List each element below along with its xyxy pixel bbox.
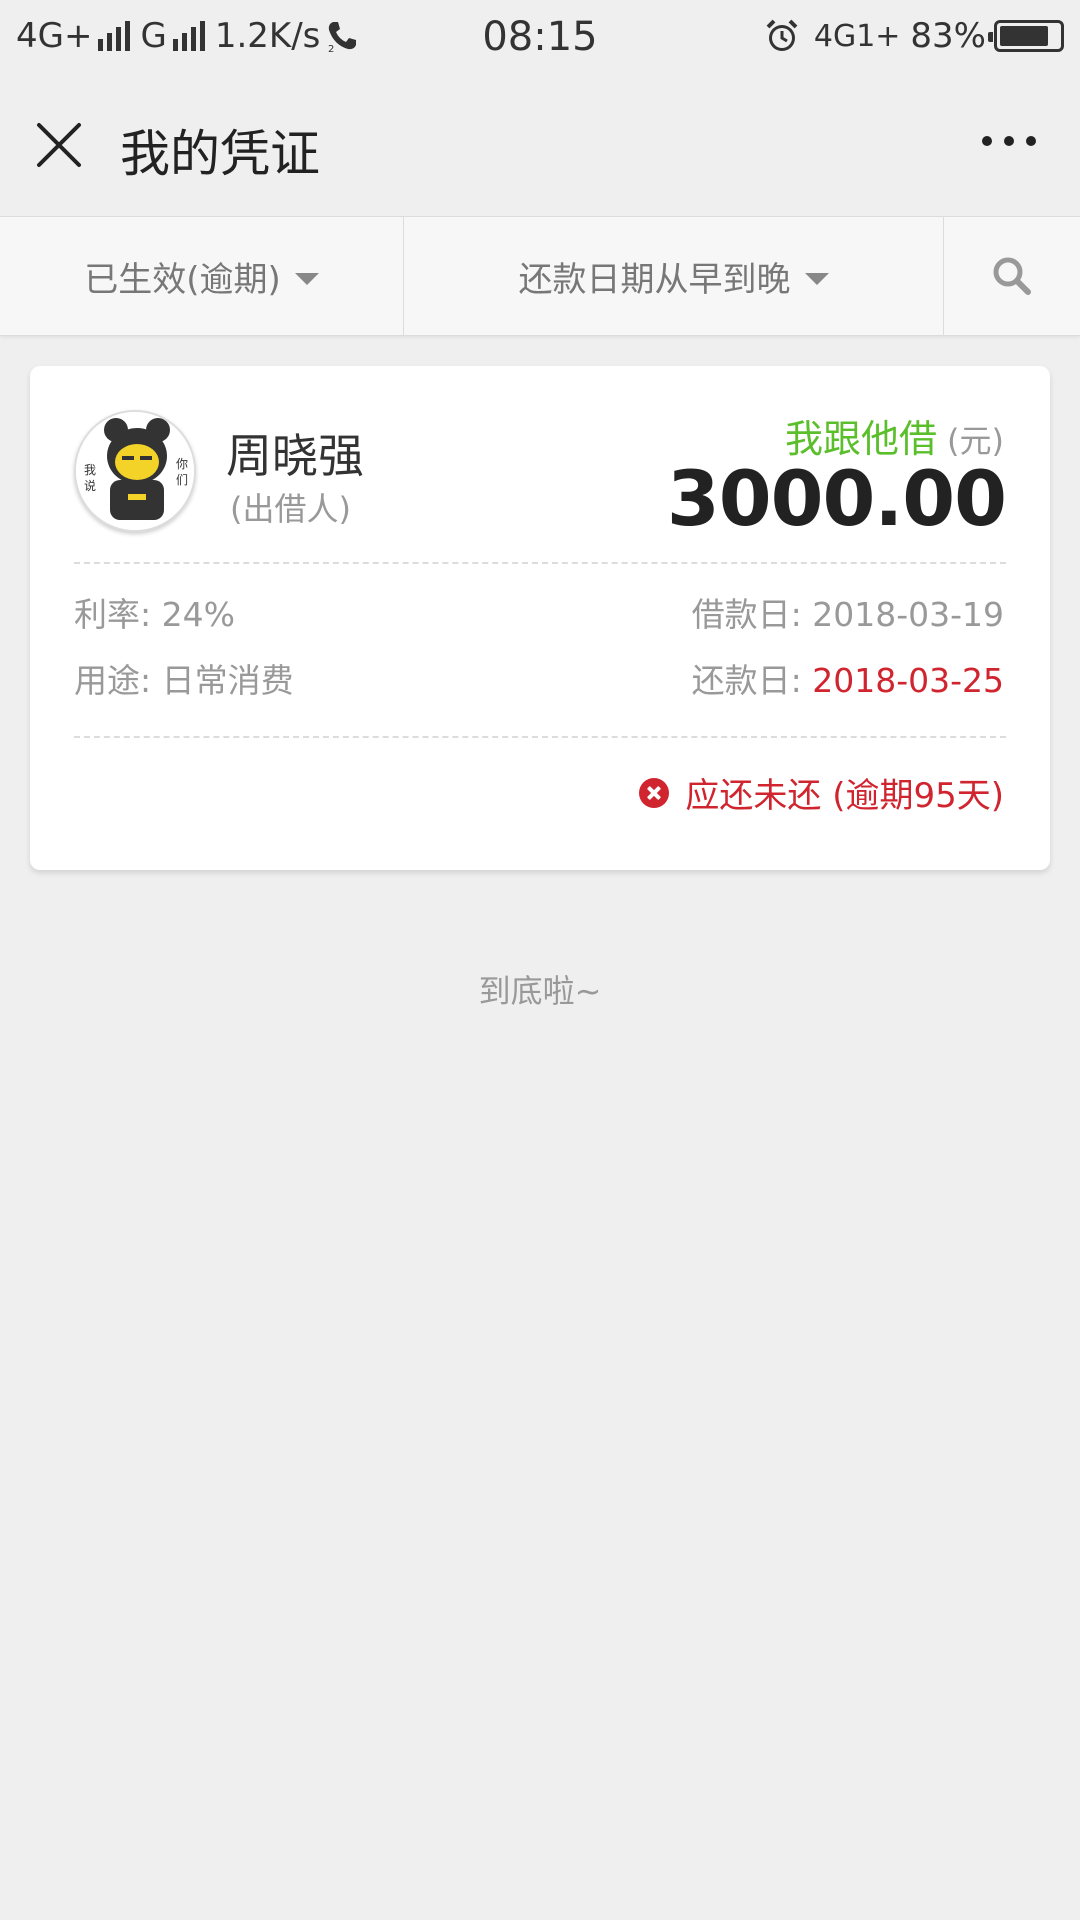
divider [74,562,1006,564]
svg-text:说: 说 [84,478,96,493]
status-filter-label: 已生效(逾期) [84,259,281,300]
svg-text:们: 们 [176,472,188,487]
sort-label: 还款日期从早到晚 [518,259,791,300]
repay-date: 还款日: 2018-03-25 [692,654,1004,702]
overdue-status: 应还未还 (逾期95天) [639,768,1004,817]
navbar: 我的凭证 [0,74,1080,216]
filter-bar: 已生效(逾期) 还款日期从早到晚 [0,216,1080,336]
caret-down-icon [294,273,319,285]
close-icon[interactable] [36,122,82,168]
sort-dropdown[interactable]: 还款日期从早到晚 [404,217,944,335]
svg-text:我: 我 [84,463,96,477]
avatar: 我 说 你 们 [74,410,196,532]
status-right: 4G1+ 83% [764,16,1064,56]
loan-date: 借款日: 2018-03-19 [692,588,1004,636]
purpose-value: 日常消费 [161,661,294,700]
page-title: 我的凭证 [120,125,320,183]
alarm-icon [766,19,798,51]
status-filter-dropdown[interactable]: 已生效(逾期) [0,217,404,335]
voucher-card[interactable]: 我 说 你 们 周晓强 (出借人) 我跟他借 (元) 3000.00 利率: 24… [30,366,1050,870]
search-icon [993,257,1031,295]
battery-icon [988,20,1064,52]
lender-role: (出借人) [230,490,351,528]
svg-text:你: 你 [176,457,188,471]
repay-date-label: 还款日: [691,661,802,700]
error-circle-icon [639,777,670,808]
loan-amount: 3000.00 [666,454,1007,543]
loan-date-value: 2018-03-19 [812,595,1004,634]
repay-date-value: 2018-03-25 [812,661,1004,700]
interest-rate: 利率: 24% [74,588,235,636]
overdue-status-text: 应还未还 (逾期95天) [685,776,1004,816]
rate-label: 利率: [74,595,152,634]
battery-percent: 83% [910,16,986,56]
loan-date-label: 借款日: [691,595,802,634]
end-of-list-text: 到底啦~ [478,972,602,1010]
more-icon[interactable] [982,136,1036,146]
loan-purpose: 用途: 日常消费 [74,654,294,702]
avatar-image: 我 说 你 们 [76,412,194,530]
caret-down-icon [804,273,829,285]
rate-value: 24% [161,595,235,634]
lender-name: 周晓强 [226,429,364,483]
purpose-label: 用途: [74,661,152,700]
network-type-2: 4G1+ [813,18,901,54]
divider [74,736,1006,738]
status-bar: 4G+ G 1.2K/s 2 08:15 4G1+ 83% [0,0,1080,74]
search-button[interactable] [944,217,1080,335]
